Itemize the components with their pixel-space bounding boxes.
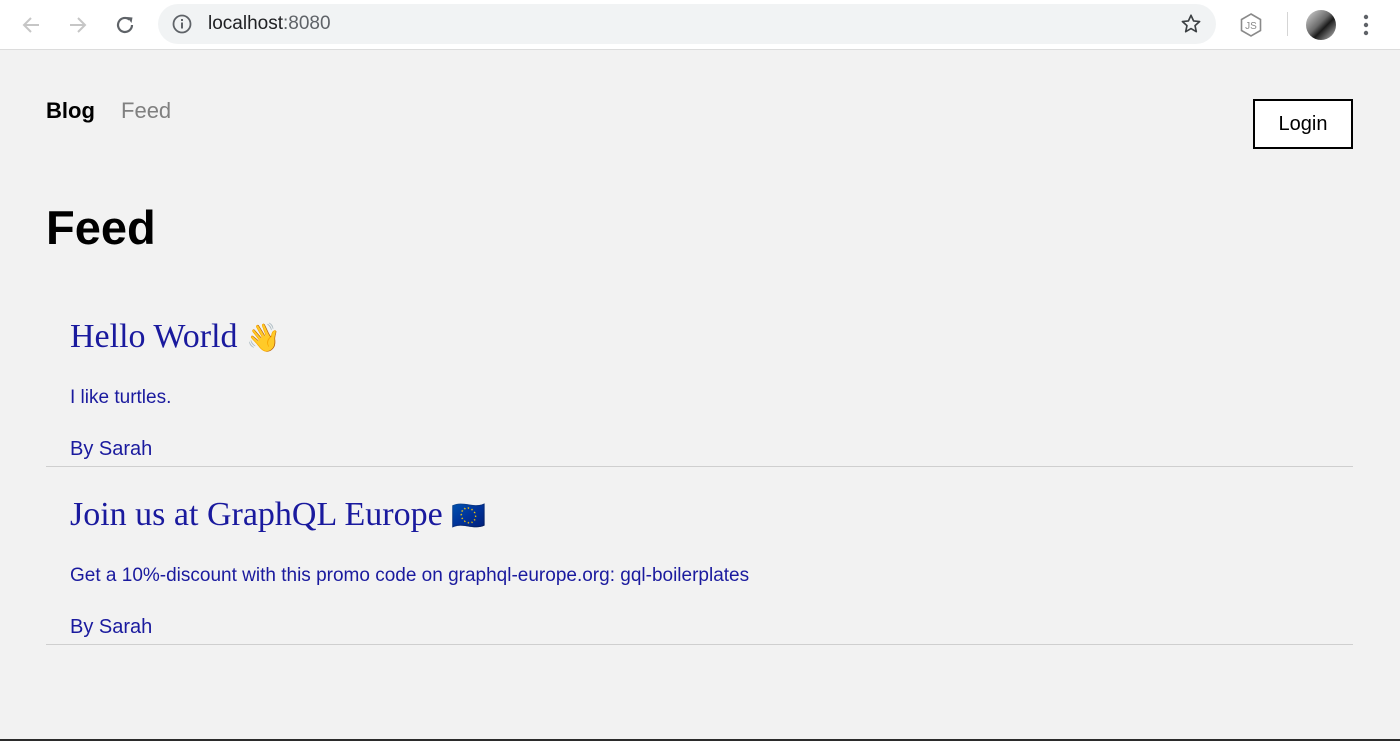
- star-icon[interactable]: [1180, 13, 1202, 35]
- post-body: Get a 10%-discount with this promo code …: [70, 565, 750, 586]
- more-menu-icon[interactable]: [1356, 12, 1376, 38]
- nav-link-feed[interactable]: Feed: [121, 98, 171, 123]
- reload-icon: [116, 16, 134, 34]
- forward-button[interactable]: [63, 10, 93, 40]
- post-title[interactable]: Hello World 👋: [70, 318, 281, 356]
- post-item[interactable]: Hello World 👋 I like turtles. By Sarah: [46, 300, 1353, 467]
- post-title-text: Join us at GraphQL Europe: [70, 496, 443, 533]
- post-item[interactable]: Join us at GraphQL Europe 🇪🇺 Get a 10%-d…: [46, 478, 1353, 645]
- login-button[interactable]: Login: [1253, 99, 1353, 149]
- post-body: I like turtles.: [70, 387, 172, 408]
- post-title-text: Hello World: [70, 318, 238, 355]
- url-text[interactable]: localhost:8080: [208, 13, 331, 35]
- back-arrow-icon: [22, 17, 39, 33]
- url-port: :8080: [283, 13, 331, 34]
- nav-link-blog[interactable]: Blog: [46, 98, 95, 123]
- waving-hand-icon: 👋: [246, 321, 281, 354]
- post-author: By Sarah: [70, 616, 153, 638]
- page-title: Feed: [46, 201, 156, 254]
- post-title[interactable]: Join us at GraphQL Europe 🇪🇺: [70, 496, 486, 534]
- toolbar-divider: [1287, 12, 1288, 36]
- back-button[interactable]: [16, 10, 46, 40]
- browser-toolbar: localhost:8080 JS: [0, 0, 1400, 50]
- eu-flag-icon: 🇪🇺: [451, 499, 487, 532]
- info-icon[interactable]: [172, 14, 192, 34]
- site-nav: Blog Feed: [46, 98, 171, 124]
- avatar[interactable]: [1306, 10, 1336, 40]
- url-host: localhost: [208, 13, 283, 34]
- post-author: By Sarah: [70, 438, 153, 460]
- forward-arrow-icon: [70, 17, 87, 33]
- svg-text:JS: JS: [1245, 21, 1257, 32]
- address-bar[interactable]: localhost:8080: [158, 4, 1216, 44]
- nodejs-extension-icon[interactable]: JS: [1238, 12, 1264, 38]
- reload-button[interactable]: [110, 10, 140, 40]
